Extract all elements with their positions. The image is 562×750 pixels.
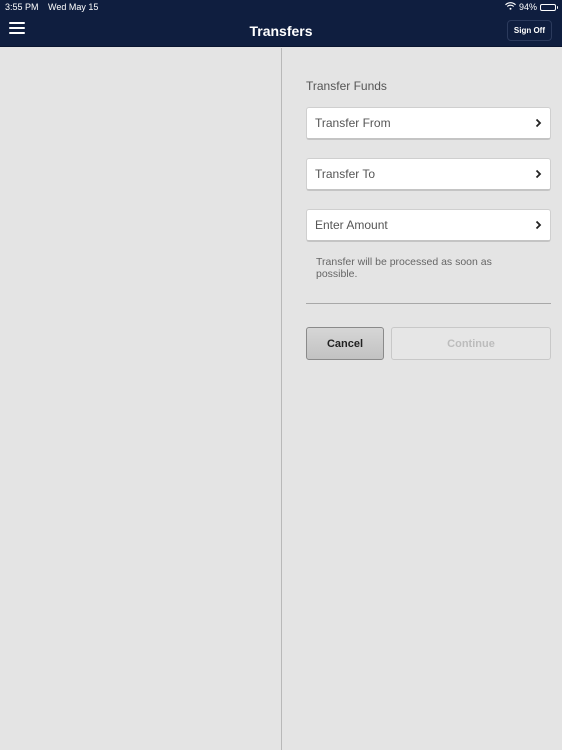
enter-amount-label: Enter Amount bbox=[315, 218, 388, 232]
page-title: Transfers bbox=[249, 23, 313, 39]
enter-amount-row[interactable]: Enter Amount bbox=[306, 209, 551, 242]
continue-button[interactable]: Continue bbox=[391, 327, 551, 360]
transfer-form-pane: Transfer Funds Transfer From Transfer To… bbox=[282, 48, 562, 750]
transfer-from-label: Transfer From bbox=[315, 116, 391, 130]
navigation-bar: 3:55 PM Wed May 15 94% Transfers Sign Of… bbox=[0, 0, 562, 47]
transfer-from-row[interactable]: Transfer From bbox=[306, 107, 551, 140]
processing-note: Transfer will be processed as soon as po… bbox=[316, 256, 492, 280]
wifi-icon bbox=[505, 2, 516, 12]
battery-percent: 94% bbox=[518, 2, 537, 12]
chevron-right-icon bbox=[534, 219, 542, 231]
master-pane bbox=[0, 48, 281, 750]
chevron-right-icon bbox=[534, 168, 542, 180]
section-label: Transfer Funds bbox=[306, 79, 387, 93]
chevron-right-icon bbox=[534, 117, 542, 129]
divider bbox=[306, 303, 551, 304]
status-time: 3:55 PM bbox=[5, 2, 39, 12]
transfer-to-row[interactable]: Transfer To bbox=[306, 158, 551, 191]
sign-off-button[interactable]: Sign Off bbox=[506, 20, 552, 41]
cancel-button[interactable]: Cancel bbox=[306, 327, 384, 360]
battery-icon bbox=[540, 3, 558, 11]
status-date: Wed May 15 bbox=[48, 2, 99, 12]
status-indicators: 94% bbox=[505, 2, 558, 12]
transfer-to-label: Transfer To bbox=[315, 167, 376, 181]
